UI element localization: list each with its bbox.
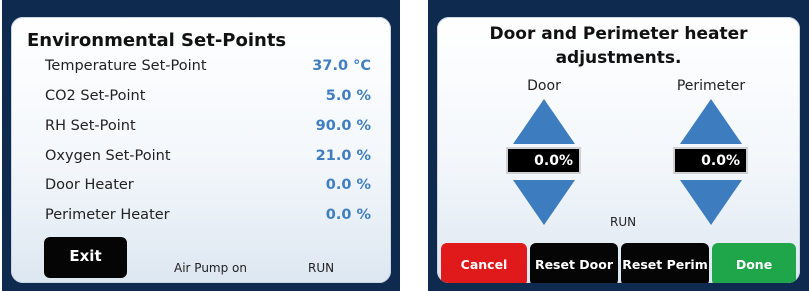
door-label: Door	[527, 78, 561, 94]
heater-adjust-screen: Door and Perimeter heater adjustments. D…	[437, 17, 800, 283]
reset-perim-button[interactable]: Reset Perim	[621, 243, 709, 283]
heater-adjust-title: Door and Perimeter heater adjustments.	[437, 22, 800, 70]
run-status: RUN	[308, 261, 335, 275]
perimeter-label: Perimeter	[676, 78, 746, 94]
cancel-button[interactable]: Cancel	[441, 243, 527, 283]
title-line-1: Door and Perimeter heater	[489, 24, 748, 44]
reset-door-button[interactable]: Reset Door	[530, 243, 618, 283]
perimeter-heater-row: Perimeter Heater 0.0 %	[45, 207, 371, 229]
door-heater-label: Door Heater	[45, 177, 134, 193]
setpoints-title: Environmental Set-Points	[27, 30, 287, 51]
co2-label: CO2 Set-Point	[45, 88, 146, 104]
perimeter-heater-value: 0.0 %	[325, 207, 371, 223]
oxygen-value: 21.0 %	[315, 148, 371, 164]
setpoints-screen: Environmental Set-Points Temperature Set…	[11, 17, 391, 283]
perimeter-value-readout: 0.0%	[673, 147, 748, 174]
perimeter-down-arrow-icon[interactable]	[680, 180, 742, 225]
door-heater-row: Door Heater 0.0 %	[45, 177, 371, 199]
co2-row: CO2 Set-Point 5.0 %	[45, 88, 371, 110]
exit-button[interactable]: Exit	[44, 237, 127, 278]
oxygen-row: Oxygen Set-Point 21.0 %	[45, 148, 371, 170]
perimeter-up-arrow-icon[interactable]	[680, 99, 742, 144]
oxygen-label: Oxygen Set-Point	[45, 148, 171, 164]
door-down-arrow-icon[interactable]	[513, 180, 575, 225]
perimeter-heater-label: Perimeter Heater	[45, 207, 170, 223]
title-line-2: adjustments.	[555, 48, 682, 68]
run-status: RUN	[610, 215, 637, 229]
temperature-value: 37.0 °C	[312, 58, 371, 74]
door-value-readout: 0.0%	[506, 147, 581, 174]
setpoints-panel: Environmental Set-Points Temperature Set…	[2, 0, 400, 291]
door-heater-value: 0.0 %	[325, 177, 371, 193]
door-up-arrow-icon[interactable]	[513, 99, 575, 144]
temperature-label: Temperature Set-Point	[45, 58, 207, 74]
co2-value: 5.0 %	[325, 88, 371, 104]
air-pump-status: Air Pump on	[174, 261, 247, 275]
rh-label: RH Set-Point	[45, 118, 136, 134]
rh-row: RH Set-Point 90.0 %	[45, 118, 371, 140]
heater-adjust-panel: Door and Perimeter heater adjustments. D…	[428, 0, 809, 291]
rh-value: 90.0 %	[315, 118, 371, 134]
temperature-row: Temperature Set-Point 37.0 °C	[45, 58, 371, 80]
done-button[interactable]: Done	[712, 243, 796, 283]
